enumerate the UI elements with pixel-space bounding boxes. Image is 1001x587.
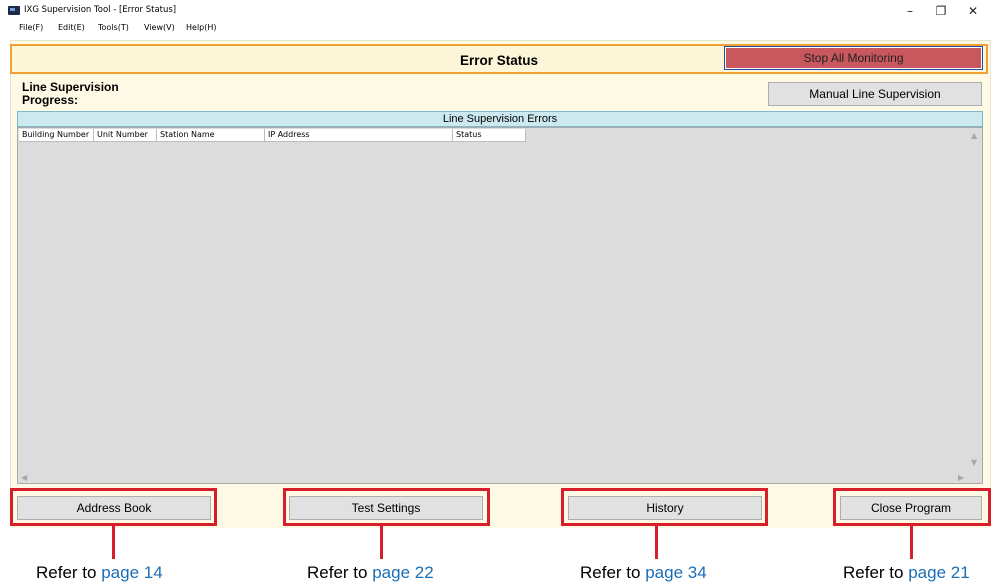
scroll-right-icon[interactable]: ▶ <box>958 473 964 482</box>
column-unit-number[interactable]: Unit Number <box>94 129 157 142</box>
scroll-up-icon[interactable]: ▲ <box>971 131 977 140</box>
refer-caption: Refer to page 22 <box>307 563 434 583</box>
title-bar: IXG Supervision Tool - [Error Status] – … <box>0 0 1001 22</box>
refer-caption: Refer to page 14 <box>36 563 163 583</box>
refer-text: Refer to <box>843 563 909 582</box>
app-icon <box>8 6 20 15</box>
menu-tools[interactable]: Tools(T) <box>98 23 129 32</box>
callout-line <box>112 526 115 559</box>
refer-text: Refer to <box>580 563 646 582</box>
window-title: IXG Supervision Tool - [Error Status] <box>24 5 177 15</box>
refer-text: Refer to <box>307 563 373 582</box>
refer-caption: Refer to page 21 <box>843 563 970 583</box>
menu-view[interactable]: View(V) <box>144 23 175 32</box>
test-settings-highlight <box>283 488 490 526</box>
column-ip-address[interactable]: IP Address <box>265 129 453 142</box>
refer-text: Refer to <box>36 563 102 582</box>
menu-file[interactable]: File(F) <box>19 23 43 32</box>
column-status[interactable]: Status <box>453 129 526 142</box>
page-link[interactable]: page 21 <box>908 563 969 582</box>
menu-edit[interactable]: Edit(E) <box>58 23 85 32</box>
page-link[interactable]: page 34 <box>645 563 706 582</box>
manual-line-supervision-button[interactable]: Manual Line Supervision <box>768 82 982 106</box>
close-window-button[interactable]: ✕ <box>956 2 990 20</box>
line-supervision-label: Line Supervision <box>22 80 119 94</box>
callout-line <box>655 526 658 559</box>
stop-all-monitoring-button[interactable]: Stop All Monitoring <box>724 46 983 70</box>
restore-button[interactable]: ❐ <box>924 2 958 20</box>
menu-bar: File(F) Edit(E) Tools(T) View(V) Help(H) <box>0 21 1001 36</box>
scroll-down-icon[interactable]: ▼ <box>971 458 977 467</box>
close-program-highlight <box>833 488 991 526</box>
errors-table[interactable] <box>17 127 983 484</box>
page-link[interactable]: page 14 <box>101 563 162 582</box>
menu-help[interactable]: Help(H) <box>186 23 217 32</box>
scroll-left-icon[interactable]: ◀ <box>21 473 27 482</box>
history-highlight <box>561 488 768 526</box>
column-station-name[interactable]: Station Name <box>157 129 265 142</box>
callout-line <box>910 526 913 559</box>
progress-label: Progress: <box>22 93 79 107</box>
errors-table-caption: Line Supervision Errors <box>17 111 983 127</box>
callout-line <box>380 526 383 559</box>
column-building-number[interactable]: Building Number <box>19 129 94 142</box>
address-book-highlight <box>10 488 217 526</box>
page-link[interactable]: page 22 <box>372 563 433 582</box>
minimize-button[interactable]: – <box>893 2 927 20</box>
refer-caption: Refer to page 34 <box>580 563 707 583</box>
